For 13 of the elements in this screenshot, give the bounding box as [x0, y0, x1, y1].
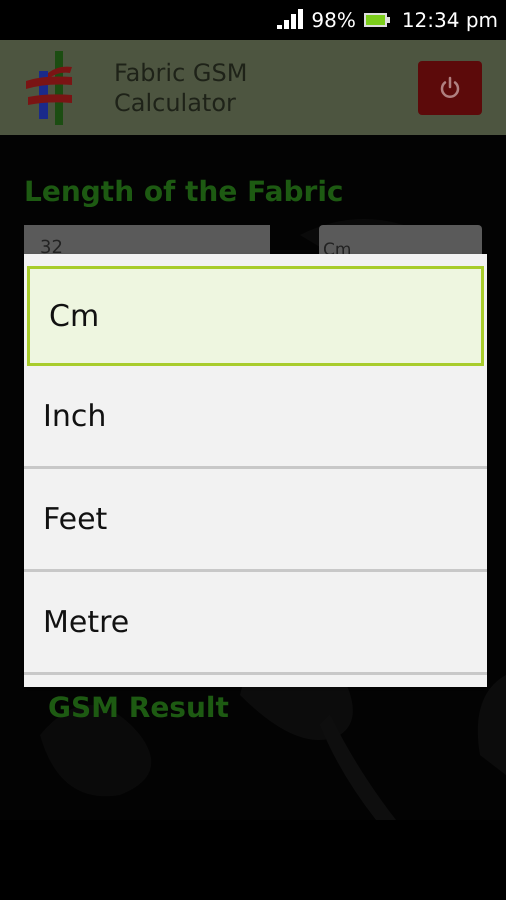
unit-option[interactable]: Inch [24, 366, 487, 469]
battery-percent: 98% [311, 7, 356, 34]
clock: 12:34 pm [402, 7, 498, 34]
battery-icon [364, 12, 390, 28]
signal-icon [277, 9, 304, 31]
unit-option[interactable]: Feet [24, 469, 487, 572]
power-button[interactable] [418, 60, 482, 114]
unit-option[interactable]: Metre [24, 572, 487, 675]
unit-option[interactable]: Cm [27, 266, 484, 366]
result-heading: GSM Result [48, 691, 230, 725]
section-heading: Length of the Fabric [24, 175, 345, 209]
power-icon [438, 76, 462, 100]
app-logo-icon [24, 50, 74, 124]
